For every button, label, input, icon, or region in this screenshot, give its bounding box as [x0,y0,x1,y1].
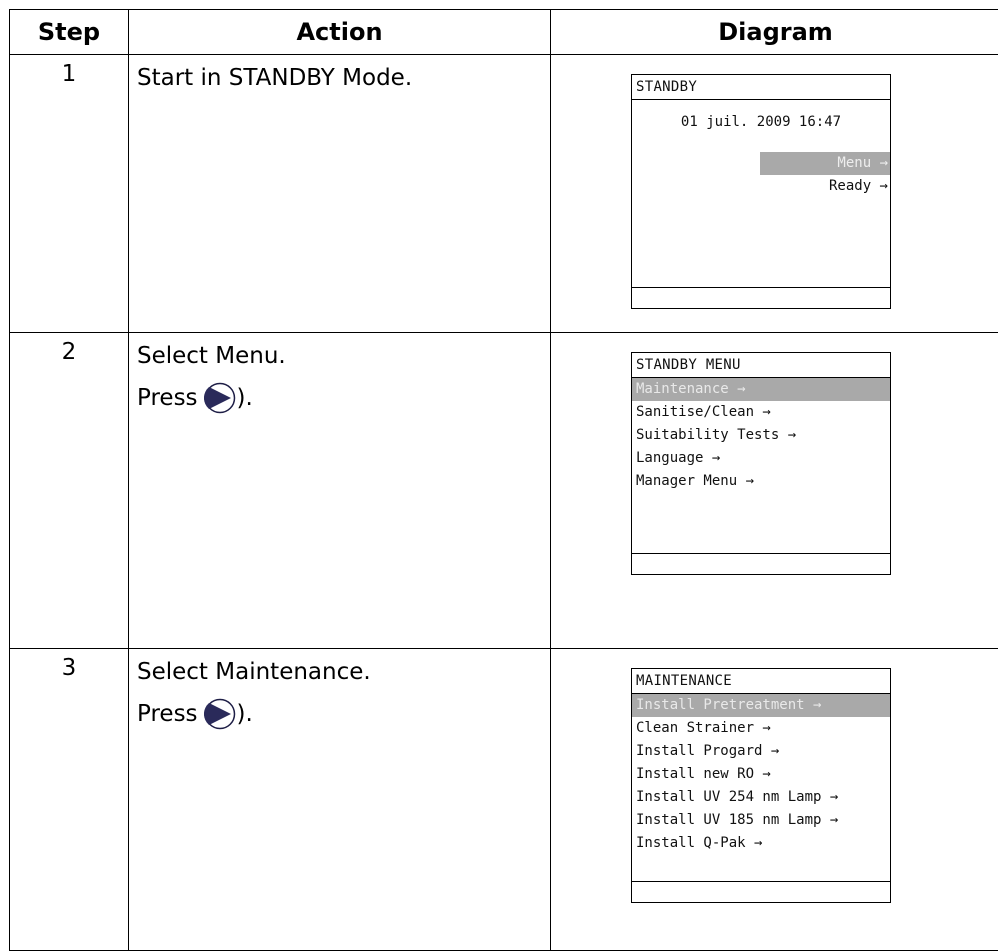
lcd-item-install-uv-254[interactable]: Install UV 254 nm Lamp → [632,786,890,809]
lcd-screen-maintenance: MAINTENANCE Install Pretreatment → Clean… [631,668,891,903]
header-step: Step [9,9,129,55]
action-block: Select Maintenance. Press ). [129,649,550,731]
step-cell: 3 [9,648,129,951]
lcd-item-sanitise[interactable]: Sanitise/Clean → [632,401,890,424]
action-block: Select Menu. Press ). [129,333,550,415]
right-arrow-button-icon[interactable] [203,698,236,730]
lcd-item-install-new-ro[interactable]: Install new RO → [632,763,890,786]
press-suffix: ). [236,701,253,727]
step-number: 2 [61,339,77,365]
lcd-title: STANDBY [632,75,890,100]
lcd-item-suitability[interactable]: Suitability Tests → [632,424,890,447]
press-label: Press [137,385,198,411]
table-row: 3 Select Maintenance. Press ). MAINTENAN… [9,648,998,951]
step-cell: 2 [9,332,129,649]
action-cell: Start in STANDBY Mode. [128,54,551,333]
action-cell: Select Maintenance. Press ). [128,648,551,951]
press-label: Press [137,701,198,727]
lcd-item-manager-menu[interactable]: Manager Menu → [632,470,890,493]
action-text: Start in STANDBY Mode. [137,65,413,91]
diagram-cell: STANDBY MENU Maintenance → Sanitise/Clea… [550,332,998,649]
header-row: Step Action Diagram [9,9,998,55]
right-arrow-button-icon[interactable] [203,382,236,414]
lcd-footer [632,881,890,902]
lcd-item-ready[interactable]: Ready → [632,175,890,198]
diagram-cell: MAINTENANCE Install Pretreatment → Clean… [550,648,998,951]
action-cell: Select Menu. Press ). [128,332,551,649]
lcd-item-install-uv-185[interactable]: Install UV 185 nm Lamp → [632,809,890,832]
action-text: Select Maintenance. [137,659,371,685]
lcd-item-install-pretreatment[interactable]: Install Pretreatment → [632,694,890,717]
lcd-item-menu[interactable]: Menu → [760,152,890,175]
lcd-footer [632,553,890,574]
lcd-screen-standby: STANDBY 01 juil. 2009 16:47 Menu → Ready… [631,74,891,309]
lcd-item-install-q-pak[interactable]: Install Q-Pak → [632,832,890,855]
lcd-item-install-progard[interactable]: Install Progard → [632,740,890,763]
step-number: 3 [61,655,77,681]
lcd-screen-standby-menu: STANDBY MENU Maintenance → Sanitise/Clea… [631,352,891,575]
action-text: Select Menu. [137,343,286,369]
lcd-title: MAINTENANCE [632,669,890,694]
procedure-table: Step Action Diagram 1 Start in STANDBY M… [9,9,998,951]
diagram-cell: STANDBY 01 juil. 2009 16:47 Menu → Ready… [550,54,998,333]
press-instruction: Press ). [137,381,550,415]
press-instruction: Press ). [137,697,550,731]
lcd-item-maintenance[interactable]: Maintenance → [632,378,890,401]
step-cell: 1 [9,54,129,333]
lcd-date: 01 juil. 2009 16:47 [680,114,842,130]
lcd-item-language[interactable]: Language → [632,447,890,470]
lcd-footer [632,287,890,308]
header-action: Action [128,9,551,55]
step-number: 1 [61,61,77,87]
lcd-item-clean-strainer[interactable]: Clean Strainer → [632,717,890,740]
table-row: 1 Start in STANDBY Mode. STANDBY 01 juil… [9,54,998,333]
table-row: 2 Select Menu. Press ). STANDBY MENU Mai… [9,332,998,649]
press-suffix: ). [236,385,253,411]
lcd-title: STANDBY MENU [632,353,890,378]
header-diagram: Diagram [550,9,998,55]
